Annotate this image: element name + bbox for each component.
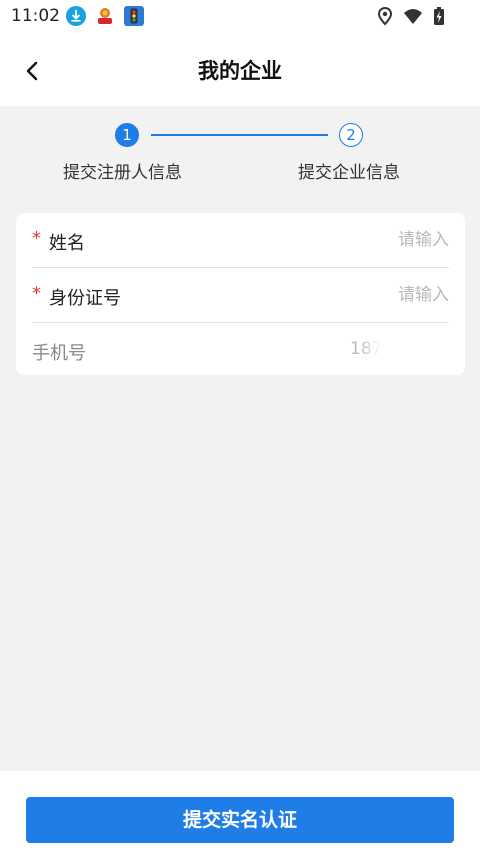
traffic-light-app-icon bbox=[124, 6, 144, 26]
location-icon bbox=[377, 6, 393, 26]
id-number-label: 身份证号 bbox=[49, 288, 121, 309]
page-title: 我的企业 bbox=[198, 59, 282, 83]
step-2-indicator: 2 bbox=[339, 123, 363, 147]
step-2-label: 提交企业信息 bbox=[298, 163, 400, 183]
submit-verification-button[interactable]: 提交实名认证 bbox=[26, 797, 454, 843]
header: 我的企业 bbox=[0, 34, 480, 106]
status-time: 11:02 bbox=[11, 6, 60, 26]
id-number-row: * 身份证号 bbox=[32, 268, 449, 322]
required-mark: * bbox=[32, 283, 41, 304]
step-connector-line bbox=[151, 134, 328, 136]
download-app-icon bbox=[66, 6, 86, 26]
id-number-input[interactable] bbox=[249, 278, 449, 312]
name-input[interactable] bbox=[249, 223, 449, 257]
battery-charging-icon bbox=[434, 7, 444, 25]
name-row: * 姓名 bbox=[32, 213, 449, 267]
registrant-form: * 姓名 * 身份证号 手机号 187 bbox=[16, 213, 465, 375]
phone-value: 187 bbox=[350, 339, 383, 359]
name-label: 姓名 bbox=[49, 233, 85, 254]
required-mark: * bbox=[32, 228, 41, 249]
phone-label: 手机号 bbox=[32, 343, 86, 364]
bottom-bar: 提交实名认证 bbox=[0, 771, 480, 853]
avatar-app-icon bbox=[98, 8, 112, 24]
phone-row: 手机号 187 bbox=[32, 323, 449, 377]
step-1-label: 提交注册人信息 bbox=[63, 163, 182, 183]
step-1-indicator: 1 bbox=[115, 123, 139, 147]
status-bar: 11:02 bbox=[0, 0, 480, 34]
stepper: 1 2 提交注册人信息 提交企业信息 bbox=[0, 106, 480, 196]
wifi-icon bbox=[404, 9, 422, 24]
